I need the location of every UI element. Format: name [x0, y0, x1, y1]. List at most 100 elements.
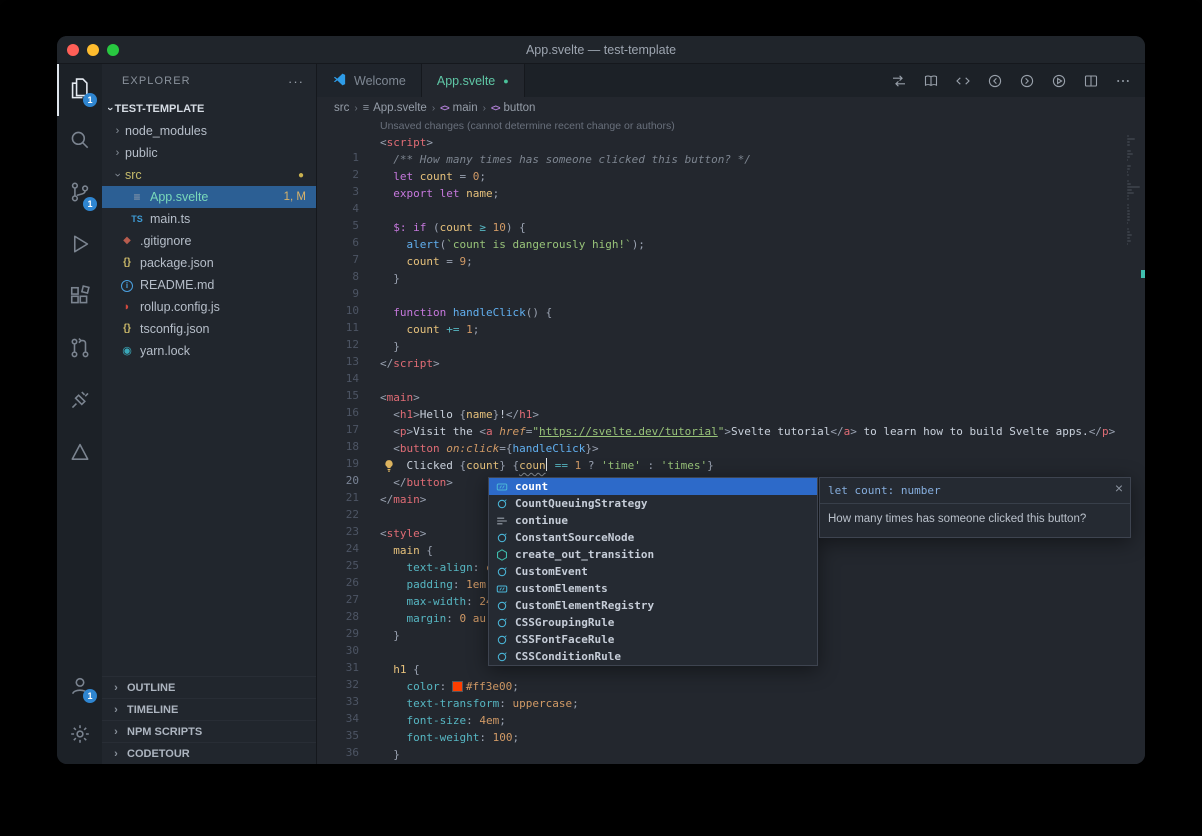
suggestion-CustomEvent[interactable]: CustomEvent: [489, 563, 817, 580]
panel-outline[interactable]: ›OUTLINE: [102, 676, 316, 698]
folder-row-public[interactable]: ›public: [102, 142, 316, 164]
symbol-class-icon: [495, 497, 509, 511]
source-control-activity-item[interactable]: 1: [57, 168, 102, 220]
file-row-.gitignore[interactable]: ◆.gitignore: [102, 230, 316, 252]
project-root-row[interactable]: › TEST-TEMPLATE: [102, 98, 316, 120]
code-line-20[interactable]: Clicked {count} {coun == 1 ? 'time' : 't…: [380, 457, 1126, 474]
suggestion-CSSConditionRule[interactable]: CSSConditionRule: [489, 648, 817, 665]
lightbulb-icon[interactable]: [382, 459, 396, 473]
suggest-doc-signature: let count: number: [820, 478, 1130, 504]
suggestion-create_out_transition[interactable]: create_out_transition: [489, 546, 817, 563]
code-line-33[interactable]: color: #ff3e00;: [380, 678, 1126, 695]
suggestion-CSSFontFaceRule[interactable]: CSSFontFaceRule: [489, 631, 817, 648]
symbol-keyword-icon: [495, 514, 509, 528]
code-line-16[interactable]: <main>: [380, 389, 1126, 406]
close-window-button[interactable]: [67, 44, 79, 56]
code-line-11[interactable]: function handleClick() {: [380, 304, 1126, 321]
code-line-35[interactable]: font-size: 4em;: [380, 712, 1126, 729]
open-preview-icon[interactable]: [918, 68, 943, 94]
suggestion-CustomElementRegistry[interactable]: CustomElementRegistry: [489, 597, 817, 614]
more-actions-icon[interactable]: ···: [288, 74, 304, 89]
symbol-icon: <>: [440, 103, 449, 113]
breadcrumb-separator: ›: [354, 103, 357, 114]
minimap[interactable]: [1126, 119, 1141, 764]
breadcrumb-app-svelte[interactable]: ≡App.svelte: [363, 102, 427, 114]
more-actions-icon[interactable]: [1110, 68, 1135, 94]
code-line-13[interactable]: }: [380, 338, 1126, 355]
search-activity-item[interactable]: [57, 116, 102, 168]
run-file-icon[interactable]: [1046, 68, 1071, 94]
file-row-package.json[interactable]: {}package.json: [102, 252, 316, 274]
code-line-3[interactable]: let count = 0;: [380, 168, 1126, 185]
accounts-activity-item[interactable]: 1: [57, 664, 102, 712]
remote-plug-activity-item[interactable]: [57, 376, 102, 428]
line-number: 3: [317, 183, 359, 200]
code-line-14[interactable]: </script>: [380, 355, 1126, 372]
code-line-1[interactable]: <script>: [380, 134, 1126, 151]
activity-bar: 1 1 1: [57, 64, 102, 764]
compare-changes-icon[interactable]: [886, 68, 911, 94]
breadcrumb-button[interactable]: <>button: [491, 102, 536, 114]
navigate-forward-icon[interactable]: [1014, 68, 1039, 94]
minimize-window-button[interactable]: [87, 44, 99, 56]
file-row-yarn.lock[interactable]: ◉yarn.lock: [102, 340, 316, 362]
file-row-README.md[interactable]: iREADME.md: [102, 274, 316, 296]
code-line-6[interactable]: $: if (count ≥ 10) {: [380, 219, 1126, 236]
close-icon[interactable]: ×: [1115, 480, 1123, 496]
line-number: 1: [317, 149, 359, 166]
run-debug-activity-item[interactable]: [57, 220, 102, 272]
panel-codetour[interactable]: ›CODETOUR: [102, 742, 316, 764]
code-line-8[interactable]: count = 9;: [380, 253, 1126, 270]
explorer-activity-item[interactable]: 1: [57, 64, 102, 116]
suggestion-customElements[interactable]: customElements: [489, 580, 817, 597]
zoom-window-button[interactable]: [107, 44, 119, 56]
folder-row-src[interactable]: ›src●: [102, 164, 316, 186]
panel-timeline[interactable]: ›TIMELINE: [102, 698, 316, 720]
codelens-annotation[interactable]: Unsaved changes (cannot determine recent…: [380, 119, 1126, 134]
badge: 1: [83, 197, 97, 211]
code-line-18[interactable]: <p>Visit the <a href="https://svelte.dev…: [380, 423, 1126, 440]
line-number: 24: [317, 540, 359, 557]
azure-triangle-activity-item[interactable]: [57, 428, 102, 480]
code-line-36[interactable]: font-weight: 100;: [380, 729, 1126, 746]
folder-row-node_modules[interactable]: ›node_modules: [102, 120, 316, 142]
code-editor[interactable]: 1234567891011121314151617181920212223242…: [317, 119, 1145, 764]
code-line-15[interactable]: [380, 372, 1126, 389]
code-line-10[interactable]: [380, 287, 1126, 304]
settings-activity-item[interactable]: [57, 712, 102, 760]
navigate-back-icon[interactable]: [982, 68, 1007, 94]
code-line-17[interactable]: <h1>Hello {name}!</h1>: [380, 406, 1126, 423]
suggestion-count[interactable]: count: [489, 478, 817, 495]
breadcrumb-main[interactable]: <>main: [440, 102, 477, 114]
suggestion-ConstantSourceNode[interactable]: ConstantSourceNode: [489, 529, 817, 546]
extensions-activity-item[interactable]: [57, 272, 102, 324]
code-line-19[interactable]: <button on:click={handleClick}>: [380, 440, 1126, 457]
panel-npm-scripts[interactable]: ›NPM SCRIPTS: [102, 720, 316, 742]
code-line-4[interactable]: export let name;: [380, 185, 1126, 202]
suggestion-continue[interactable]: continue: [489, 512, 817, 529]
code-line-7[interactable]: alert(`count is dangerously high!`);: [380, 236, 1126, 253]
github-pr-activity-item[interactable]: [57, 324, 102, 376]
file-row-rollup.config.js[interactable]: ◗rollup.config.js: [102, 296, 316, 318]
split-editor-icon[interactable]: [1078, 68, 1103, 94]
code-line-12[interactable]: count += 1;: [380, 321, 1126, 338]
suggestion-CSSGroupingRule[interactable]: CSSGroupingRule: [489, 614, 817, 631]
code-line-5[interactable]: [380, 202, 1126, 219]
code-line-37[interactable]: }: [380, 746, 1126, 763]
tab-app-svelte[interactable]: App.svelte●: [422, 64, 525, 97]
suggestion-CountQueuingStrategy[interactable]: CountQueuingStrategy: [489, 495, 817, 512]
file-row-tsconfig.json[interactable]: {}tsconfig.json: [102, 318, 316, 340]
tab-welcome[interactable]: Welcome: [317, 64, 422, 97]
line-number-gutter[interactable]: 1234567891011121314151617181920212223242…: [317, 119, 380, 764]
file-row-App.svelte[interactable]: ≡App.svelte1, M: [102, 186, 316, 208]
search-icon: [69, 129, 91, 156]
code-line-2[interactable]: /** How many times has someone clicked t…: [380, 151, 1126, 168]
file-row-main.ts[interactable]: TSmain.ts: [102, 208, 316, 230]
breadcrumb-src[interactable]: src: [334, 102, 349, 114]
symbol-icon: <>: [491, 103, 500, 113]
open-changes-icon[interactable]: [950, 68, 975, 94]
line-number: 6: [317, 234, 359, 251]
code-line-34[interactable]: text-transform: uppercase;: [380, 695, 1126, 712]
code-line-9[interactable]: }: [380, 270, 1126, 287]
code-content[interactable]: Unsaved changes (cannot determine recent…: [380, 119, 1126, 764]
